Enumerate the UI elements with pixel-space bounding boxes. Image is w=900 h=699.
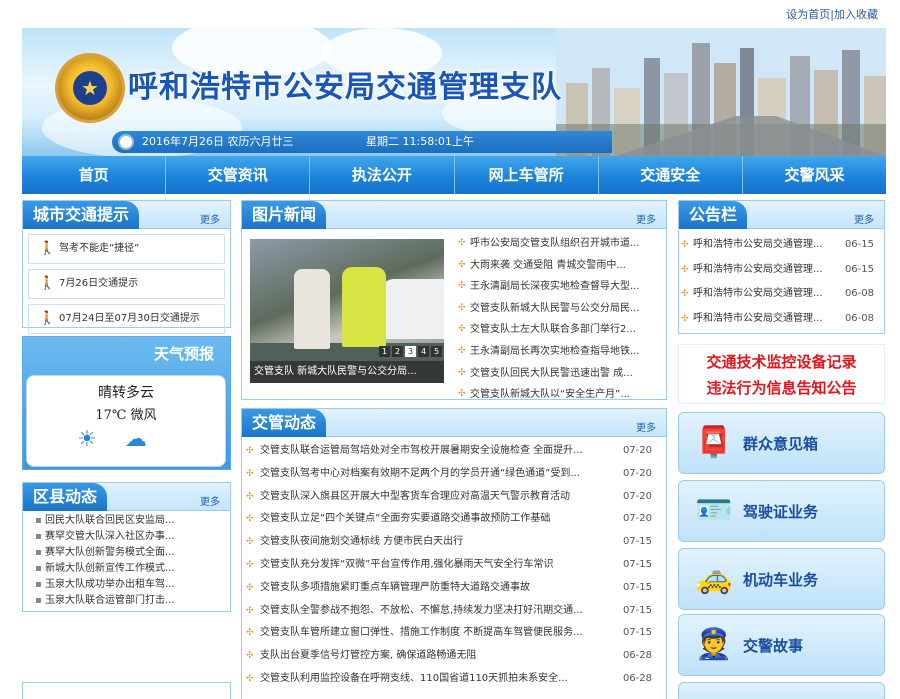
pager-3[interactable]: 3: [405, 346, 416, 357]
photo-caption[interactable]: 交管支队 新城大队民警与公交分局...: [250, 361, 444, 383]
list-item[interactable]: 新城大队创新宣传工作模式...: [23, 561, 230, 577]
district-more-link[interactable]: 更多: [200, 493, 220, 508]
table-row[interactable]: 支队出台夏季信号灯管控方案, 确保道路畅通无阻06-28: [242, 645, 666, 668]
nav-law-enforcement[interactable]: 执法公开: [310, 156, 455, 194]
surveillance-notice-banner[interactable]: 交通技术监控设备记录 违法行为信息告知公告: [678, 344, 885, 404]
weather-temp: 17℃ 微风: [95, 408, 157, 423]
nav-traffic-safety[interactable]: 交通安全: [599, 156, 743, 194]
main-nav: 首页 交管资讯 执法公开 网上车管所 交通安全 交警风采: [22, 156, 886, 194]
pager-2[interactable]: 2: [392, 346, 403, 357]
bulletin-more-link[interactable]: 更多: [854, 211, 874, 226]
list-item[interactable]: 王永清副局长再次实地检查指导地铁...: [456, 341, 662, 363]
table-row[interactable]: 交管支队立足“四个关键点”全面夯实要道路交通事故预防工作基础07-20: [242, 508, 666, 531]
top-links: 设为首页|加入收藏: [786, 6, 878, 22]
list-item[interactable]: 赛罕大队创新警务模式全面...: [23, 545, 230, 561]
table-row[interactable]: 交管支队利用监控设备在呼朔支线、110国省道110天抓拍未系安全...06-28: [242, 668, 666, 691]
police-emblem-logo: ★: [58, 56, 122, 120]
table-row[interactable]: 交管支队全警参战不抱怨、不放松、不懈怠,持续发力坚决打好汛期交通...07-15: [242, 600, 666, 623]
bulletin-panel: 公告栏 更多 呼和浩特市公安局交通管理...06-15 呼和浩特市公安局交通管理.…: [678, 200, 885, 334]
district-news-panel: 区县动态 更多 回民大队联合回民区安监局... 赛罕交管大队深入社区办事... 赛…: [22, 482, 231, 612]
table-row[interactable]: 交管支队联合运管局驾培处对全市驾校开展暑期安全设施检查 全面提升...07-20: [242, 440, 666, 463]
more-services-button[interactable]: [678, 682, 885, 699]
table-row[interactable]: 呼和浩特市公安局交通管理...06-15: [679, 233, 884, 258]
list-item[interactable]: 🚶 7月26日交通提示: [28, 269, 225, 299]
weather-box: 晴转多云 17℃ 微风 ☀☁: [26, 375, 226, 467]
list-item[interactable]: 赛罕交管大队深入社区办事...: [23, 529, 230, 545]
suggestion-box-button[interactable]: 📮 群众意见箱: [678, 412, 885, 474]
pedestrian-icon: 🚶: [39, 276, 56, 291]
table-row[interactable]: 呼和浩特市公安局交通管理...06-08: [679, 307, 884, 332]
weather-desc: 晴转多云: [98, 385, 154, 401]
table-row[interactable]: 交管支队多项措施紧盯重点车辆管理严防重特大道路交通事故07-15: [242, 577, 666, 600]
mailbox-icon: 📮: [695, 425, 733, 460]
weather-panel: 天气预报 晴转多云 17℃ 微风 ☀☁: [22, 336, 231, 470]
traffic-news-more-link[interactable]: 更多: [636, 419, 656, 434]
license-card-icon: 🪪: [695, 493, 733, 528]
list-item[interactable]: 交管支队回民大队民警迅速出警 成...: [456, 363, 662, 385]
police-stories-button[interactable]: 👮 交警故事: [678, 614, 885, 676]
bottom-left-panel: [22, 682, 231, 699]
district-news-title: 区县动态: [23, 483, 108, 511]
list-item[interactable]: 玉泉大队联合运管部门打击...: [23, 593, 230, 609]
car-icon: 🚕: [695, 561, 733, 596]
nav-police-style[interactable]: 交警风采: [743, 156, 886, 194]
list-item[interactable]: 王永清副局长深夜实地检查督导大型...: [456, 276, 662, 298]
list-item[interactable]: 交管支队新城大队民警与公交分局民...: [456, 298, 662, 320]
notice-line-1: 交通技术监控设备记录: [706, 353, 857, 371]
pager-5[interactable]: 5: [431, 346, 442, 357]
pedestrian-icon: 🚶: [39, 311, 56, 326]
photo-news-more-link[interactable]: 更多: [636, 211, 656, 226]
table-row[interactable]: 交管支队夜间施划交通标线 方便市民白天出行07-15: [242, 531, 666, 554]
list-item[interactable]: 交管支队新城大队以“安全生产月”...: [456, 384, 662, 406]
traffic-tips-title: 城市交通提示: [23, 201, 140, 229]
cloud-icon: ☁: [124, 427, 175, 452]
nav-home[interactable]: 首页: [22, 156, 167, 194]
weather-title: 天气预报: [153, 345, 214, 363]
set-homepage-link[interactable]: 设为首页: [786, 8, 830, 21]
list-item[interactable]: 回民大队联合回民区安监局...: [23, 513, 230, 529]
table-row[interactable]: 呼和浩特市公安局交通管理...06-15: [679, 258, 884, 283]
nav-online-vehicle-office[interactable]: 网上车管所: [455, 156, 599, 194]
add-favorite-link[interactable]: 加入收藏: [834, 8, 878, 21]
list-item[interactable]: 玉泉大队成功举办出租车驾...: [23, 577, 230, 593]
current-date: 2016年7月26日 农历六月廿三: [142, 135, 294, 148]
news-photo[interactable]: 1 2 3 4 5 交管支队 新城大队民警与公交分局...: [250, 239, 444, 383]
site-banner: ★ 呼和浩特市公安局交通管理支队 2016年7月26日 农历六月廿三 星期二 1…: [22, 28, 886, 156]
clock-icon: [118, 134, 134, 150]
table-row[interactable]: 交管支队深入旗县区开展大中型客货车合理应对高温天气警示教育活动07-20: [242, 486, 666, 509]
police-officer-icon: 👮: [695, 627, 733, 662]
photo-pager: 1 2 3 4 5: [379, 346, 442, 357]
traffic-news-panel: 交管动态 更多 交管支队联合运管局驾培处对全市驾校开展暑期安全设施检查 全面提升.…: [241, 408, 667, 699]
sun-icon: ☀: [77, 427, 125, 452]
current-time: 星期二 11:58:01上午: [366, 135, 474, 148]
pager-4[interactable]: 4: [418, 346, 429, 357]
traffic-tips-panel: 城市交通提示 更多 🚶 驾考不能走“捷径” 🚶 7月26日交通提示 🚶 07月24日至0…: [22, 200, 231, 334]
nav-news[interactable]: 交管资讯: [166, 156, 311, 194]
table-row[interactable]: 交管支队充分发挥“双微”平台宣传作用,强化暴雨天气安全行车常识07-15: [242, 554, 666, 577]
list-item[interactable]: 🚶 07月24日至07月30日交通提示: [28, 304, 225, 334]
table-row[interactable]: 交管支队驾考中心对档案有效期不足两个月的学员开通“绿色通道”受到...07-20: [242, 463, 666, 486]
table-row[interactable]: 呼和浩特市公安局交通管理...06-08: [679, 282, 884, 307]
traffic-tips-more-link[interactable]: 更多: [200, 211, 220, 226]
table-row[interactable]: 交管支队车管所建立窗口弹性、措施工作制度 不断提高车驾管便民服务...07-15: [242, 622, 666, 645]
pedestrian-icon: 🚶: [39, 241, 56, 256]
bulletin-title: 公告栏: [679, 201, 748, 229]
notice-line-2: 违法行为信息告知公告: [706, 379, 857, 397]
site-title: 呼和浩特市公安局交通管理支队: [128, 70, 562, 105]
photo-news-title: 图片新闻: [242, 201, 327, 229]
drivers-license-button[interactable]: 🪪 驾驶证业务: [678, 480, 885, 542]
list-item[interactable]: 交管支队土左大队联合多部门举行2...: [456, 319, 662, 341]
date-bar: 2016年7月26日 农历六月廿三 星期二 11:58:01上午: [112, 131, 612, 153]
list-item[interactable]: 🚶 驾考不能走“捷径”: [28, 234, 225, 264]
vehicle-business-button[interactable]: 🚕 机动车业务: [678, 548, 885, 610]
pager-1[interactable]: 1: [379, 346, 390, 357]
list-item[interactable]: 大雨来袭 交通受阻 青城交警雨中...: [456, 255, 662, 277]
list-item[interactable]: 呼市公安局交管支队组织召开城市道...: [456, 233, 662, 255]
photo-news-panel: 图片新闻 更多 1 2 3 4 5 交管支队 新城大队民警与公交分局... 呼市公…: [241, 200, 667, 405]
traffic-news-title: 交管动态: [242, 409, 327, 437]
